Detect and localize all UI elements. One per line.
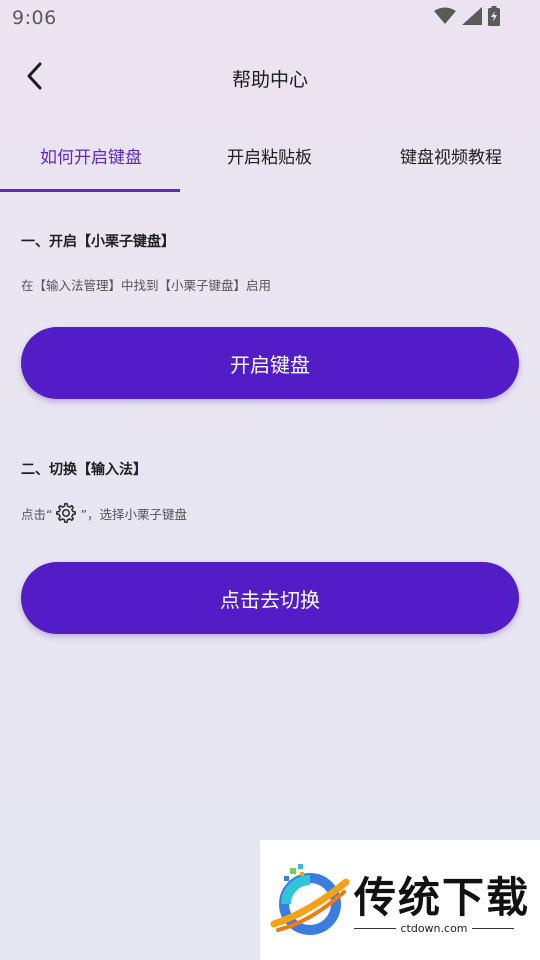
- divider: [354, 928, 397, 929]
- status-bar: 9:06: [0, 0, 540, 36]
- section1-description: 在【输入法管理】中找到【小栗子键盘】启用: [21, 278, 272, 293]
- enable-keyboard-button[interactable]: 开启键盘: [21, 327, 519, 399]
- battery-charging-icon: [488, 6, 500, 26]
- watermark: 传统下载 ctdown.com: [260, 840, 540, 960]
- ctdown-logo-icon: [270, 862, 350, 938]
- watermark-title: 传统下载: [354, 873, 531, 922]
- section1-heading: 一、开启【小栗子键盘】: [21, 234, 175, 250]
- page-title: 帮助中心: [231, 69, 308, 91]
- section2-description: 点击“ ”，选择小栗子键盘: [21, 502, 187, 524]
- divider: [471, 928, 514, 929]
- section2-desc-prefix: 点击“: [21, 506, 53, 522]
- tab-enable-clipboard[interactable]: 开启粘贴板: [227, 143, 312, 168]
- switch-input-method-button[interactable]: 点击去切换: [21, 562, 519, 634]
- signal-icon: [462, 7, 482, 25]
- status-time: 9:06: [12, 7, 57, 29]
- watermark-subtitle: ctdown.com: [354, 922, 514, 935]
- tab-enable-keyboard[interactable]: 如何开启键盘: [40, 143, 142, 168]
- tab-keyboard-video-tutorial[interactable]: 键盘视频教程: [400, 143, 502, 168]
- status-icons: [434, 6, 500, 26]
- wifi-icon: [434, 7, 456, 25]
- tab-bar: 如何开启键盘 开启粘贴板 键盘视频教程: [0, 132, 540, 192]
- watermark-url: ctdown.com: [400, 922, 468, 935]
- section2-heading: 二、切换【输入法】: [21, 462, 147, 478]
- active-tab-indicator: [0, 189, 180, 192]
- gear-icon: [55, 502, 77, 524]
- section2-desc-suffix: ”，选择小栗子键盘: [80, 506, 187, 522]
- app-bar: 帮助中心: [0, 50, 540, 106]
